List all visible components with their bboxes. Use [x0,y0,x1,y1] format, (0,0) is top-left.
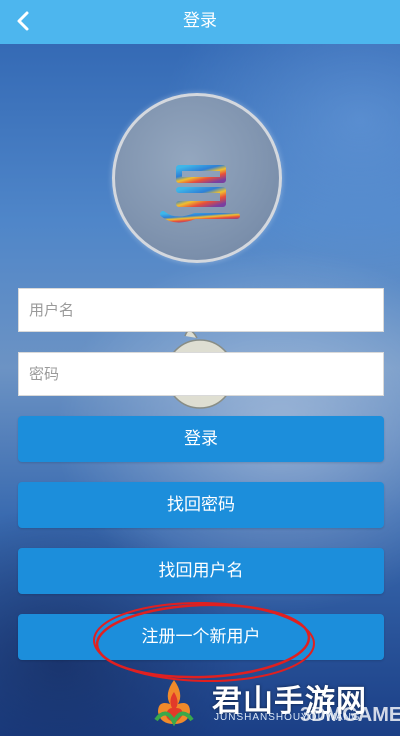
find-username-button[interactable]: 找回用户名 [18,548,384,594]
password-input[interactable] [18,352,384,396]
page-title: 登录 [183,11,217,31]
login-button[interactable]: 登录 [18,416,384,462]
top-bar: 登录 [0,0,400,44]
username-input[interactable] [18,288,384,332]
avatar-logo [112,93,282,263]
logo-icon [158,127,240,223]
highlight-annotation [93,601,315,683]
find-password-button[interactable]: 找回密码 [18,482,384,528]
watermark-partner: 3DMGAME [300,704,400,726]
watermark-logo-icon [154,680,194,726]
